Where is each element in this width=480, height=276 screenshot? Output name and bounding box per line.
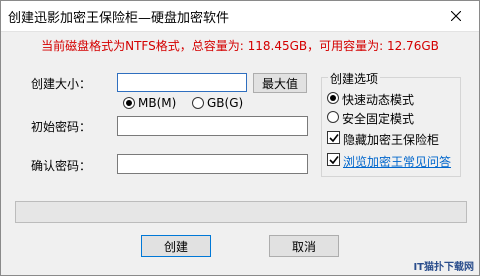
max-value-button[interactable]: 最大值 [253, 73, 307, 93]
window-title: 创建迅影加密王保险柜—硬盘加密软件 [8, 11, 230, 26]
unit-gb-label: GB(G) [207, 96, 244, 110]
cancel-button[interactable]: 取消 [269, 235, 339, 257]
title-bar: 创建迅影加密王保险柜—硬盘加密软件 [1, 1, 479, 32]
confirm-password-label: 确认密码： [31, 159, 92, 173]
fast-mode-label: 快速动态模式 [342, 93, 415, 107]
close-icon [451, 11, 461, 21]
unit-mb-radio[interactable] [123, 97, 135, 109]
hide-safe-checkbox[interactable] [327, 131, 340, 144]
checkmark-icon [328, 133, 339, 142]
progress-bar [15, 201, 467, 223]
size-input[interactable] [117, 73, 247, 92]
safe-mode-radio[interactable] [327, 111, 339, 123]
password-label: 初始密码： [31, 120, 92, 134]
confirm-password-input[interactable] [117, 154, 308, 174]
unit-mb-label: MB(M) [138, 96, 177, 110]
dialog-window: 创建迅影加密王保险柜—硬盘加密软件 当前磁盘格式为NTFS格式，总容量为: 11… [0, 0, 480, 276]
watermark: IT猫扑下载网 [413, 262, 474, 273]
safe-mode-label: 安全固定模式 [342, 112, 415, 126]
size-label: 创建大小： [31, 77, 92, 91]
checkmark-icon [328, 155, 339, 164]
hide-safe-label: 隐藏加密王保险柜 [343, 133, 440, 147]
disk-info-notice: 当前磁盘格式为NTFS格式，总容量为: 118.45GB，可用容量为: 12.7… [41, 39, 439, 53]
faq-link[interactable]: 浏览加密王常见问答 [343, 153, 451, 170]
unit-gb-radio[interactable] [192, 97, 204, 109]
create-button[interactable]: 创建 [141, 235, 211, 257]
faq-checkbox[interactable] [327, 153, 340, 166]
fast-mode-radio[interactable] [327, 92, 339, 104]
create-options-legend: 创建选项 [328, 70, 381, 87]
close-button[interactable] [433, 1, 479, 31]
password-input[interactable] [117, 116, 308, 136]
